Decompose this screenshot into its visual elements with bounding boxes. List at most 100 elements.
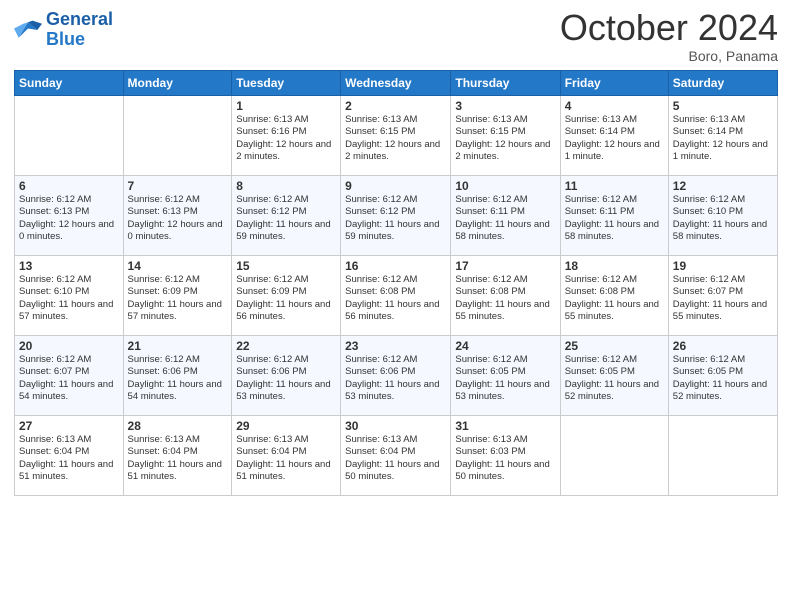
day-number: 10 — [455, 179, 555, 193]
day-info: Sunrise: 6:12 AMSunset: 6:07 PMDaylight:… — [19, 354, 113, 402]
title-block: October 2024 Boro, Panama — [560, 10, 778, 64]
day-info: Sunrise: 6:12 AMSunset: 6:09 PMDaylight:… — [236, 274, 330, 322]
calendar-week-2: 6 Sunrise: 6:12 AMSunset: 6:13 PMDayligh… — [15, 176, 778, 256]
weekday-header-saturday: Saturday — [668, 71, 777, 96]
calendar-week-5: 27 Sunrise: 6:13 AMSunset: 6:04 PMDaylig… — [15, 416, 778, 496]
calendar-week-3: 13 Sunrise: 6:12 AMSunset: 6:10 PMDaylig… — [15, 256, 778, 336]
day-number: 22 — [236, 339, 336, 353]
day-info: Sunrise: 6:12 AMSunset: 6:08 PMDaylight:… — [345, 274, 439, 322]
day-cell-18: 18 Sunrise: 6:12 AMSunset: 6:08 PMDaylig… — [560, 256, 668, 336]
calendar-week-4: 20 Sunrise: 6:12 AMSunset: 6:07 PMDaylig… — [15, 336, 778, 416]
day-number: 14 — [128, 259, 228, 273]
day-info: Sunrise: 6:12 AMSunset: 6:09 PMDaylight:… — [128, 274, 222, 322]
day-info: Sunrise: 6:12 AMSunset: 6:13 PMDaylight:… — [19, 194, 114, 242]
day-cell-30: 30 Sunrise: 6:13 AMSunset: 6:04 PMDaylig… — [341, 416, 451, 496]
day-info: Sunrise: 6:13 AMSunset: 6:04 PMDaylight:… — [345, 434, 439, 482]
day-cell-28: 28 Sunrise: 6:13 AMSunset: 6:04 PMDaylig… — [123, 416, 232, 496]
day-info: Sunrise: 6:12 AMSunset: 6:05 PMDaylight:… — [565, 354, 659, 402]
day-cell-14: 14 Sunrise: 6:12 AMSunset: 6:09 PMDaylig… — [123, 256, 232, 336]
day-info: Sunrise: 6:12 AMSunset: 6:10 PMDaylight:… — [19, 274, 113, 322]
month-title: October 2024 — [560, 10, 778, 46]
day-cell-31: 31 Sunrise: 6:13 AMSunset: 6:03 PMDaylig… — [451, 416, 560, 496]
day-info: Sunrise: 6:12 AMSunset: 6:12 PMDaylight:… — [345, 194, 439, 242]
weekday-header-sunday: Sunday — [15, 71, 124, 96]
day-info: Sunrise: 6:13 AMSunset: 6:03 PMDaylight:… — [455, 434, 549, 482]
empty-cell — [560, 416, 668, 496]
day-info: Sunrise: 6:13 AMSunset: 6:04 PMDaylight:… — [128, 434, 222, 482]
day-info: Sunrise: 6:12 AMSunset: 6:05 PMDaylight:… — [455, 354, 549, 402]
day-cell-2: 2 Sunrise: 6:13 AMSunset: 6:15 PMDayligh… — [341, 96, 451, 176]
day-info: Sunrise: 6:12 AMSunset: 6:11 PMDaylight:… — [455, 194, 549, 242]
day-cell-4: 4 Sunrise: 6:13 AMSunset: 6:14 PMDayligh… — [560, 96, 668, 176]
day-number: 19 — [673, 259, 773, 273]
day-cell-11: 11 Sunrise: 6:12 AMSunset: 6:11 PMDaylig… — [560, 176, 668, 256]
day-number: 20 — [19, 339, 119, 353]
day-number: 31 — [455, 419, 555, 433]
day-cell-26: 26 Sunrise: 6:12 AMSunset: 6:05 PMDaylig… — [668, 336, 777, 416]
day-number: 15 — [236, 259, 336, 273]
day-number: 13 — [19, 259, 119, 273]
day-number: 27 — [19, 419, 119, 433]
calendar-week-1: 1 Sunrise: 6:13 AMSunset: 6:16 PMDayligh… — [15, 96, 778, 176]
weekday-header-tuesday: Tuesday — [232, 71, 341, 96]
day-cell-6: 6 Sunrise: 6:12 AMSunset: 6:13 PMDayligh… — [15, 176, 124, 256]
day-cell-5: 5 Sunrise: 6:13 AMSunset: 6:14 PMDayligh… — [668, 96, 777, 176]
day-cell-25: 25 Sunrise: 6:12 AMSunset: 6:05 PMDaylig… — [560, 336, 668, 416]
day-cell-8: 8 Sunrise: 6:12 AMSunset: 6:12 PMDayligh… — [232, 176, 341, 256]
empty-cell — [123, 96, 232, 176]
day-cell-16: 16 Sunrise: 6:12 AMSunset: 6:08 PMDaylig… — [341, 256, 451, 336]
day-number: 2 — [345, 99, 446, 113]
weekday-header-wednesday: Wednesday — [341, 71, 451, 96]
day-info: Sunrise: 6:13 AMSunset: 6:16 PMDaylight:… — [236, 114, 331, 162]
weekday-header-thursday: Thursday — [451, 71, 560, 96]
logo: General Blue — [14, 10, 113, 50]
day-cell-12: 12 Sunrise: 6:12 AMSunset: 6:10 PMDaylig… — [668, 176, 777, 256]
day-info: Sunrise: 6:12 AMSunset: 6:07 PMDaylight:… — [673, 274, 767, 322]
day-info: Sunrise: 6:13 AMSunset: 6:15 PMDaylight:… — [455, 114, 550, 162]
header: General Blue October 2024 Boro, Panama — [14, 10, 778, 64]
empty-cell — [668, 416, 777, 496]
day-cell-24: 24 Sunrise: 6:12 AMSunset: 6:05 PMDaylig… — [451, 336, 560, 416]
day-number: 9 — [345, 179, 446, 193]
day-cell-3: 3 Sunrise: 6:13 AMSunset: 6:15 PMDayligh… — [451, 96, 560, 176]
day-number: 8 — [236, 179, 336, 193]
day-info: Sunrise: 6:12 AMSunset: 6:12 PMDaylight:… — [236, 194, 330, 242]
calendar-table: SundayMondayTuesdayWednesdayThursdayFrid… — [14, 70, 778, 496]
day-cell-10: 10 Sunrise: 6:12 AMSunset: 6:11 PMDaylig… — [451, 176, 560, 256]
location: Boro, Panama — [560, 48, 778, 64]
day-number: 29 — [236, 419, 336, 433]
day-number: 4 — [565, 99, 664, 113]
day-number: 11 — [565, 179, 664, 193]
day-cell-22: 22 Sunrise: 6:12 AMSunset: 6:06 PMDaylig… — [232, 336, 341, 416]
day-number: 17 — [455, 259, 555, 273]
day-number: 5 — [673, 99, 773, 113]
day-number: 25 — [565, 339, 664, 353]
day-cell-17: 17 Sunrise: 6:12 AMSunset: 6:08 PMDaylig… — [451, 256, 560, 336]
day-info: Sunrise: 6:13 AMSunset: 6:15 PMDaylight:… — [345, 114, 440, 162]
day-cell-9: 9 Sunrise: 6:12 AMSunset: 6:12 PMDayligh… — [341, 176, 451, 256]
day-info: Sunrise: 6:13 AMSunset: 6:04 PMDaylight:… — [236, 434, 330, 482]
day-number: 1 — [236, 99, 336, 113]
day-cell-7: 7 Sunrise: 6:12 AMSunset: 6:13 PMDayligh… — [123, 176, 232, 256]
logo-icon — [14, 16, 42, 44]
day-number: 6 — [19, 179, 119, 193]
day-number: 21 — [128, 339, 228, 353]
day-cell-21: 21 Sunrise: 6:12 AMSunset: 6:06 PMDaylig… — [123, 336, 232, 416]
day-info: Sunrise: 6:12 AMSunset: 6:13 PMDaylight:… — [128, 194, 223, 242]
day-info: Sunrise: 6:12 AMSunset: 6:10 PMDaylight:… — [673, 194, 767, 242]
day-number: 16 — [345, 259, 446, 273]
day-info: Sunrise: 6:13 AMSunset: 6:14 PMDaylight:… — [565, 114, 660, 162]
day-info: Sunrise: 6:12 AMSunset: 6:08 PMDaylight:… — [565, 274, 659, 322]
day-info: Sunrise: 6:13 AMSunset: 6:04 PMDaylight:… — [19, 434, 113, 482]
logo-text: General Blue — [46, 10, 113, 50]
day-cell-20: 20 Sunrise: 6:12 AMSunset: 6:07 PMDaylig… — [15, 336, 124, 416]
day-info: Sunrise: 6:12 AMSunset: 6:08 PMDaylight:… — [455, 274, 549, 322]
day-number: 24 — [455, 339, 555, 353]
day-cell-15: 15 Sunrise: 6:12 AMSunset: 6:09 PMDaylig… — [232, 256, 341, 336]
calendar-header-row: SundayMondayTuesdayWednesdayThursdayFrid… — [15, 71, 778, 96]
day-number: 3 — [455, 99, 555, 113]
page: General Blue October 2024 Boro, Panama S… — [0, 0, 792, 612]
day-number: 30 — [345, 419, 446, 433]
day-info: Sunrise: 6:12 AMSunset: 6:05 PMDaylight:… — [673, 354, 767, 402]
day-info: Sunrise: 6:12 AMSunset: 6:06 PMDaylight:… — [128, 354, 222, 402]
